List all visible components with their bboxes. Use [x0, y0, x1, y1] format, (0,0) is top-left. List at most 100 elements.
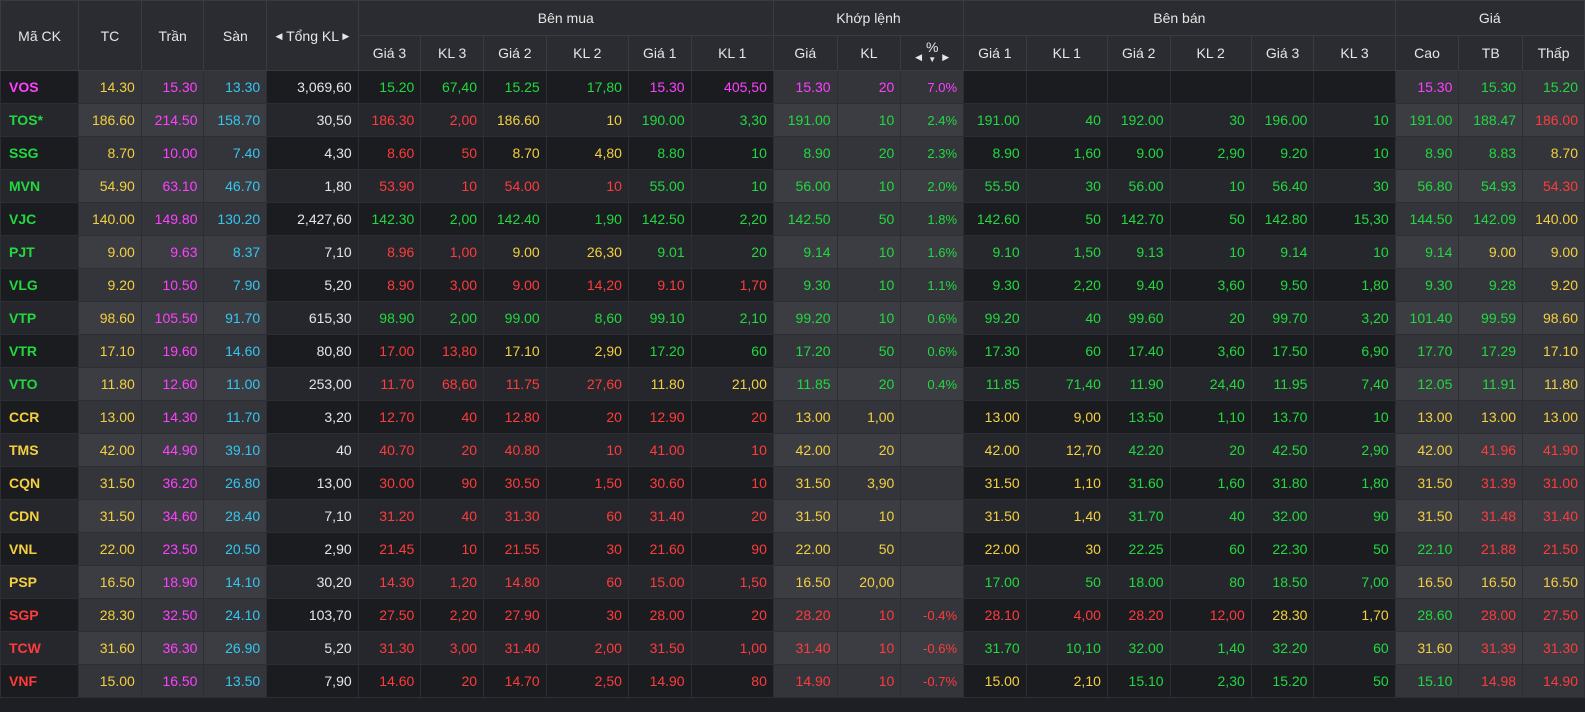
ask-cell-0[interactable]: 8.90 — [963, 136, 1027, 170]
ask-cell-0[interactable]: 17.00 — [963, 565, 1027, 599]
bid-cell-1[interactable]: 40 — [420, 400, 485, 434]
bid-cell-5[interactable]: 90 — [690, 532, 774, 566]
symbol-cell[interactable]: VOS — [0, 70, 80, 104]
bid-cell-0[interactable]: 31.20 — [357, 499, 422, 533]
bid-cell-1[interactable]: 67,40 — [420, 70, 485, 104]
ask-cell-4[interactable]: 22.30 — [1250, 532, 1315, 566]
table-row[interactable]: VNF 15.00 16.50 13.50 7,90 14.60 20 14.70 2,50 14… — [0, 664, 1585, 698]
bid-cell-3[interactable]: 26,30 — [545, 235, 629, 269]
bid-cell-2[interactable]: 9.00 — [483, 235, 547, 269]
ask-cell-5[interactable]: 1,70 — [1313, 598, 1396, 632]
bid-cell-0[interactable]: 15.20 — [357, 70, 422, 104]
bid-cell-0[interactable]: 21.45 — [357, 532, 422, 566]
symbol-cell[interactable]: TMS — [0, 433, 80, 467]
triangle-left-icon[interactable]: ◀ — [276, 31, 283, 42]
bid-cell-2[interactable]: 31.40 — [483, 631, 547, 665]
symbol-cell[interactable]: VTO — [0, 367, 80, 401]
ask-cell-2[interactable]: 11.90 — [1106, 367, 1171, 401]
ask-cell-2[interactable]: 9.13 — [1106, 235, 1171, 269]
bid-cell-2[interactable]: 17.10 — [483, 334, 547, 368]
ask-cell-0[interactable] — [963, 70, 1027, 104]
table-row[interactable]: VOS 14.30 15.30 13.30 3,069,60 15.20 67,40 15.2… — [0, 70, 1585, 104]
ask-cell-2[interactable]: 22.25 — [1106, 532, 1171, 566]
ask-cell-2[interactable] — [1106, 70, 1171, 104]
bid-cell-5[interactable]: 10 — [690, 136, 774, 170]
ask-cell-4[interactable]: 17.50 — [1250, 334, 1315, 368]
ask-cell-0[interactable]: 31.70 — [963, 631, 1027, 665]
ask-cell-3[interactable] — [1169, 70, 1252, 104]
ask-cell-2[interactable]: 56.00 — [1106, 169, 1171, 203]
ask-cell-0[interactable]: 9.30 — [963, 268, 1027, 302]
table-row[interactable]: SGP 28.30 32.50 24.10 103,70 27.50 2,20 27.90 30… — [0, 598, 1585, 632]
bid-cell-5[interactable]: 10 — [690, 433, 774, 467]
ask-cell-5[interactable]: 10 — [1313, 235, 1396, 269]
bid-cell-2[interactable]: 14.70 — [483, 664, 547, 698]
col-header-ask-5[interactable]: KL 3 — [1313, 35, 1396, 71]
bid-cell-3[interactable]: 2,00 — [545, 631, 629, 665]
ask-cell-3[interactable]: 12,00 — [1169, 598, 1252, 632]
ask-cell-2[interactable]: 9.40 — [1106, 268, 1171, 302]
ask-cell-0[interactable]: 31.50 — [963, 466, 1027, 500]
ask-cell-4[interactable]: 13.70 — [1250, 400, 1315, 434]
bid-cell-4[interactable]: 15.30 — [627, 70, 692, 104]
symbol-cell[interactable]: SSG — [0, 136, 80, 170]
bid-cell-4[interactable]: 30.60 — [627, 466, 692, 500]
bid-cell-0[interactable]: 14.60 — [357, 664, 422, 698]
ask-cell-5[interactable]: 1,80 — [1313, 466, 1396, 500]
bid-cell-2[interactable]: 54.00 — [483, 169, 547, 203]
bid-cell-2[interactable]: 9.00 — [483, 268, 547, 302]
table-row[interactable]: VTP 98.60 105.50 91.70 615,30 98.90 2,00 99.00 8… — [0, 301, 1585, 335]
bid-cell-4[interactable]: 17.20 — [627, 334, 692, 368]
col-header-ceiling[interactable]: Trần — [140, 0, 205, 71]
symbol-cell[interactable]: MVN — [0, 169, 80, 203]
ask-cell-3[interactable]: 2,30 — [1169, 664, 1252, 698]
bid-cell-2[interactable]: 27.90 — [483, 598, 547, 632]
ask-cell-0[interactable]: 15.00 — [963, 664, 1027, 698]
ask-cell-0[interactable]: 9.10 — [963, 235, 1027, 269]
bid-cell-1[interactable]: 68,60 — [420, 367, 485, 401]
symbol-cell[interactable]: PSP — [0, 565, 80, 599]
ask-cell-5[interactable]: 15,30 — [1313, 202, 1396, 236]
bid-cell-3[interactable]: 20 — [545, 400, 629, 434]
ask-cell-1[interactable]: 30 — [1025, 532, 1108, 566]
col-header-ask-4[interactable]: Giá 3 — [1250, 35, 1315, 71]
ask-cell-4[interactable]: 18.50 — [1250, 565, 1315, 599]
col-header-price-1[interactable]: TB — [1458, 35, 1524, 71]
col-header-ref[interactable]: TC — [78, 0, 142, 71]
symbol-cell[interactable]: VNL — [0, 532, 80, 566]
bid-cell-3[interactable]: 8,60 — [545, 301, 629, 335]
bid-cell-2[interactable]: 15.25 — [483, 70, 547, 104]
table-row[interactable]: TCW 31.60 36.30 26.90 5,20 31.30 3,00 31.40 2,00… — [0, 631, 1585, 665]
ask-cell-0[interactable]: 13.00 — [963, 400, 1027, 434]
bid-cell-0[interactable]: 98.90 — [357, 301, 422, 335]
ask-cell-1[interactable]: 30 — [1025, 169, 1108, 203]
bid-cell-3[interactable]: 4,80 — [545, 136, 629, 170]
ask-cell-2[interactable]: 28.20 — [1106, 598, 1171, 632]
bid-cell-5[interactable]: 20 — [690, 400, 774, 434]
ask-cell-1[interactable]: 12,70 — [1025, 433, 1108, 467]
ask-cell-2[interactable]: 17.40 — [1106, 334, 1171, 368]
col-header-bid-2[interactable]: Giá 2 — [483, 35, 547, 71]
bid-cell-1[interactable]: 50 — [420, 136, 485, 170]
ask-cell-5[interactable]: 1,80 — [1313, 268, 1396, 302]
bid-cell-0[interactable]: 53.90 — [357, 169, 422, 203]
table-row[interactable]: VJC 140.00 149.80 130.20 2,427,60 142.30 2,00 1… — [0, 202, 1585, 236]
ask-cell-3[interactable]: 24,40 — [1169, 367, 1252, 401]
bid-cell-0[interactable]: 8.90 — [357, 268, 422, 302]
table-row[interactable]: CDN 31.50 34.60 28.40 7,10 31.20 40 31.30 60 31.4… — [0, 499, 1585, 533]
bid-cell-0[interactable]: 186.30 — [357, 103, 422, 137]
ask-cell-3[interactable]: 60 — [1169, 532, 1252, 566]
ask-cell-3[interactable]: 1,40 — [1169, 631, 1252, 665]
col-header-ask-1[interactable]: KL 1 — [1025, 35, 1108, 71]
bid-cell-2[interactable]: 8.70 — [483, 136, 547, 170]
symbol-cell[interactable]: CDN — [0, 499, 80, 533]
ask-cell-4[interactable]: 42.50 — [1250, 433, 1315, 467]
bid-cell-4[interactable]: 142.50 — [627, 202, 692, 236]
bid-cell-1[interactable]: 1,00 — [420, 235, 485, 269]
symbol-cell[interactable]: TCW — [0, 631, 80, 665]
ask-cell-1[interactable]: 1,40 — [1025, 499, 1108, 533]
ask-cell-2[interactable]: 9.00 — [1106, 136, 1171, 170]
ask-cell-2[interactable]: 42.20 — [1106, 433, 1171, 467]
triangle-right-icon[interactable]: ▶ — [342, 31, 349, 42]
col-header-match-2[interactable]: ◀ % ▼ ▶ — [900, 35, 965, 71]
